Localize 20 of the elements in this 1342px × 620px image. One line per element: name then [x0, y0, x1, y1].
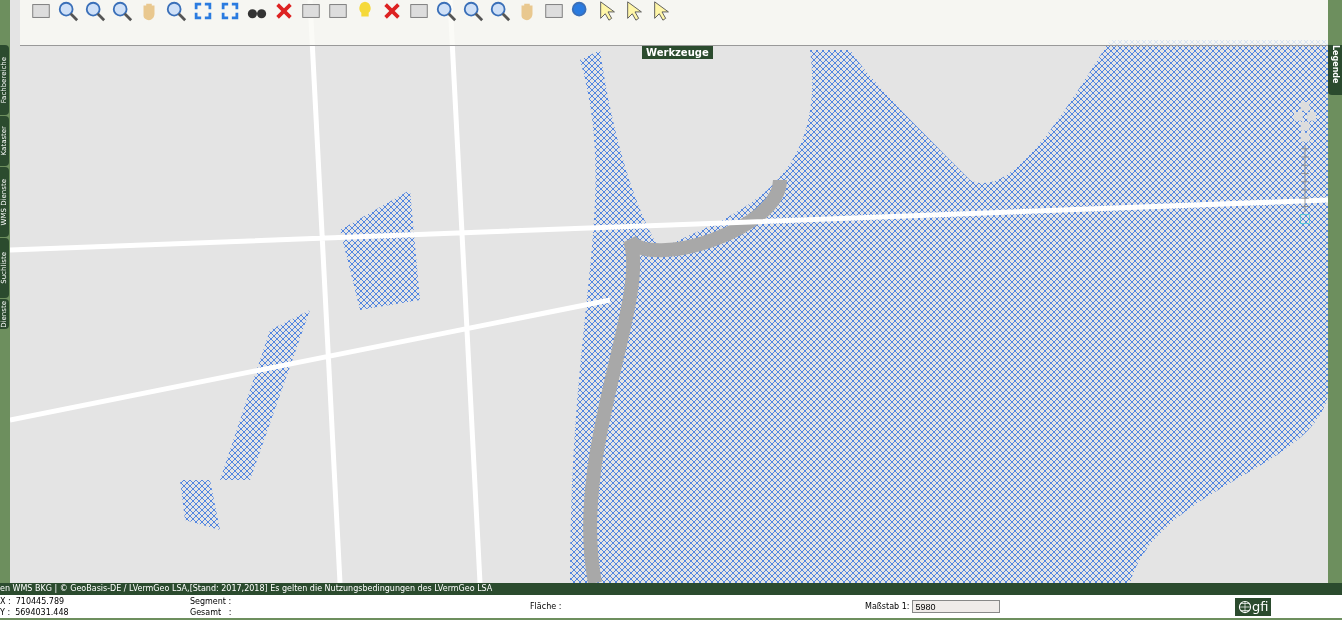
- zoom-icon[interactable]: [84, 0, 106, 22]
- legend-tab[interactable]: Legende: [1328, 45, 1342, 95]
- attribution-text: en WMS BKG | © GeoBasis-DE / LVermGeo LSA,[Stand: 2017,2018] Es gelten die Nutzungsbedingungen des LVermGeo LSA: [0, 583, 1342, 595]
- zoom-icon[interactable]: [489, 0, 511, 22]
- total-label: Gesamt :: [190, 607, 233, 617]
- y-value: 5694031.448: [15, 607, 69, 617]
- tools-tab[interactable]: Werkzeuge: [642, 46, 713, 59]
- scale-field[interactable]: 5980: [912, 600, 1001, 613]
- scale-label: Maßstab 1:: [865, 602, 910, 611]
- zoom-out-icon[interactable]: [462, 0, 484, 22]
- zoom-in-icon[interactable]: [435, 0, 457, 22]
- company-logo: gfi: [1235, 597, 1272, 616]
- y-label: Y :: [0, 607, 11, 617]
- x-value: 710445.789: [15, 596, 65, 606]
- area-label: Fläche :: [530, 602, 562, 611]
- segment-label: Segment :: [190, 596, 233, 606]
- zoom-icon[interactable]: [165, 0, 187, 22]
- expand-icon[interactable]: [192, 0, 214, 22]
- x-label: X :: [0, 596, 11, 606]
- globe-icon: [1238, 599, 1252, 614]
